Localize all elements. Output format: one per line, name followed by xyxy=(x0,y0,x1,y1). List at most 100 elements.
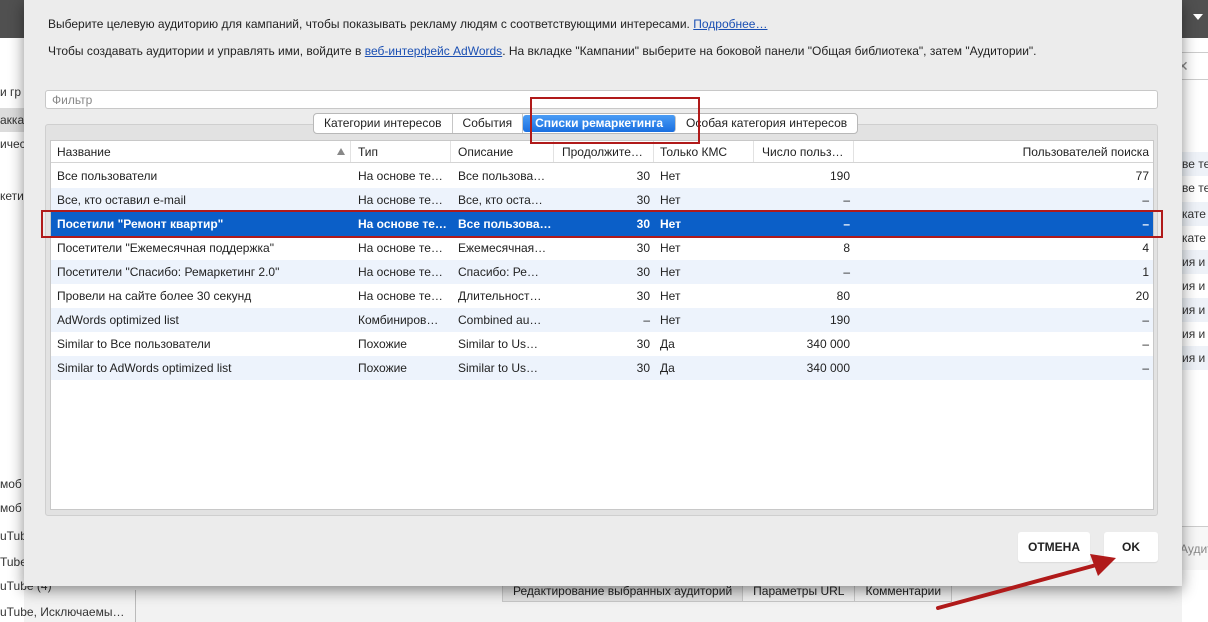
cell-duration: 30 xyxy=(636,169,650,183)
cell-name: AdWords optimized list xyxy=(57,313,179,327)
cell-name: Similar to Все пользователи xyxy=(57,337,211,351)
info-text: Выберите целевую аудиторию для кампаний,… xyxy=(48,17,690,31)
cell-name: Similar to AdWords optimized list xyxy=(57,361,232,375)
audience-table: Название Тип Описание Продолжите… Только… xyxy=(50,140,1154,510)
cell-description: Similar to Us… xyxy=(458,361,539,375)
cell-name: Провели на сайте более 30 секунд xyxy=(57,289,252,303)
cell-display-only: Да xyxy=(660,361,675,375)
annotation-arrow-icon xyxy=(936,554,1116,610)
cell-description: Ежемесячная… xyxy=(458,241,547,255)
cell-search-users: – xyxy=(1142,313,1149,327)
right-panel-item[interactable]: ия и xyxy=(1182,322,1208,346)
table-row[interactable]: Similar to AdWords optimized list Похожи… xyxy=(51,356,1153,380)
cell-name: Посетители "Спасибо: Ремаркетинг 2.0" xyxy=(57,265,280,279)
panel-divider xyxy=(135,590,136,622)
right-panel-item[interactable]: ия и xyxy=(1182,274,1208,298)
cell-display-only: Нет xyxy=(660,289,681,303)
cell-type: На основе те… xyxy=(358,193,443,207)
left-panel-item[interactable]: uTube xyxy=(0,524,24,548)
right-panel-item[interactable]: кате xyxy=(1182,226,1208,250)
col-header-duration[interactable]: Продолжите… xyxy=(554,141,654,162)
cell-type: На основе те… xyxy=(358,241,443,255)
table-row[interactable]: AdWords optimized list Комбиниров… Combi… xyxy=(51,308,1153,332)
cell-duration: 30 xyxy=(636,289,650,303)
col-header-type[interactable]: Тип xyxy=(351,141,451,162)
cell-duration: 30 xyxy=(636,361,650,375)
table-header: Название Тип Описание Продолжите… Только… xyxy=(51,141,1153,163)
cell-user-count: 8 xyxy=(843,241,850,255)
info-text: Чтобы создавать аудитории и управлять им… xyxy=(48,44,362,58)
cell-name: Все пользователи xyxy=(57,169,158,183)
chevron-down-icon[interactable] xyxy=(1193,14,1203,20)
cell-description: Все пользова… xyxy=(458,169,546,183)
left-panel-item[interactable]: моб xyxy=(0,472,24,496)
right-panel-item[interactable]: ия и xyxy=(1182,298,1208,322)
cell-type: На основе те… xyxy=(358,265,443,279)
learn-more-link[interactable]: Подробнее… xyxy=(693,17,767,31)
audience-dialog: Выберите целевую аудиторию для кампаний,… xyxy=(24,0,1182,586)
cell-description: Спасибо: Ре… xyxy=(458,265,539,279)
cell-duration: 30 xyxy=(636,337,650,351)
cell-type: На основе те… xyxy=(358,289,443,303)
left-panel-item[interactable]: моб xyxy=(0,496,24,520)
cell-description: Combined au… xyxy=(458,313,542,327)
cell-user-count: 190 xyxy=(829,169,850,183)
sort-asc-icon xyxy=(337,148,345,155)
cell-user-count: – xyxy=(843,265,850,279)
annotation-highlight-row xyxy=(41,210,1163,238)
cell-display-only: Нет xyxy=(660,169,681,183)
left-panel-item[interactable]: акка xyxy=(0,108,24,132)
cell-display-only: Да xyxy=(660,337,675,351)
left-panel-item[interactable]: кетин xyxy=(0,184,24,208)
col-header-search-users[interactable]: Пользователей поиска xyxy=(854,141,1153,162)
col-header-user-count[interactable]: Число польз… xyxy=(754,141,854,162)
cell-search-users: 20 xyxy=(1135,289,1149,303)
col-header-description[interactable]: Описание xyxy=(451,141,554,162)
left-panel-item[interactable]: Tube xyxy=(0,550,24,574)
left-panel: и гр акка ичес кетин моб моб uTube Tube xyxy=(0,38,24,622)
right-panel-item[interactable]: ве те xyxy=(1182,176,1208,200)
cell-display-only: Нет xyxy=(660,193,681,207)
cell-description: Длительност… xyxy=(458,289,542,303)
cell-duration: 30 xyxy=(636,193,650,207)
tab-interest-categories[interactable]: Категории интересов xyxy=(314,114,453,133)
cell-name: Все, кто оставил e-mail xyxy=(57,193,186,207)
cell-display-only: Нет xyxy=(660,265,681,279)
cell-user-count: 80 xyxy=(836,289,850,303)
info-text: . На вкладке "Кампании" выберите на боко… xyxy=(502,44,1037,58)
table-row[interactable]: Провели на сайте более 30 секунд На осно… xyxy=(51,284,1153,308)
cell-user-count: 340 000 xyxy=(806,337,850,351)
tab-events[interactable]: События xyxy=(453,114,524,133)
table-row[interactable]: Посетители "Ежемесячная поддержка" На ос… xyxy=(51,236,1153,260)
col-header-display-only[interactable]: Только КМС xyxy=(654,141,754,162)
cell-type: Похожие xyxy=(358,337,407,351)
cell-duration: – xyxy=(643,313,650,327)
cell-type: Комбиниров… xyxy=(358,313,439,327)
table-row[interactable]: Посетители "Спасибо: Ремаркетинг 2.0" На… xyxy=(51,260,1153,284)
cell-description: Все, кто оста… xyxy=(458,193,543,207)
left-panel-item[interactable]: и гр xyxy=(0,80,24,104)
cell-user-count: – xyxy=(843,193,850,207)
right-panel-item[interactable]: ия и xyxy=(1182,250,1208,274)
right-panel-item[interactable]: ве те xyxy=(1182,152,1208,176)
cell-description: Similar to Us… xyxy=(458,337,539,351)
cell-display-only: Нет xyxy=(660,241,681,255)
cell-type: Похожие xyxy=(358,361,407,375)
adwords-web-link[interactable]: веб-интерфейс AdWords xyxy=(365,44,502,58)
cell-user-count: 190 xyxy=(829,313,850,327)
table-row[interactable]: Все пользователи На основе те… Все польз… xyxy=(51,164,1153,188)
info-line-1: Выберите целевую аудиторию для кампаний,… xyxy=(48,17,767,31)
cell-duration: 30 xyxy=(636,265,650,279)
cell-search-users: 4 xyxy=(1142,241,1149,255)
table-row[interactable]: Все, кто оставил e-mail На основе те… Вс… xyxy=(51,188,1153,212)
tab-custom-interest-category[interactable]: Особая категория интересов xyxy=(676,114,857,133)
col-header-name[interactable]: Название xyxy=(51,141,351,162)
left-panel-item[interactable]: ичес xyxy=(0,132,24,156)
right-panel-item[interactable]: ия и xyxy=(1182,346,1208,370)
cell-duration: 30 xyxy=(636,241,650,255)
right-panel-item[interactable]: кате xyxy=(1182,202,1208,226)
table-row[interactable]: Similar to Все пользователи Похожие Simi… xyxy=(51,332,1153,356)
left-panel-item[interactable]: uTube, Исключаемы… xyxy=(0,600,136,622)
cell-search-users: – xyxy=(1142,361,1149,375)
cell-search-users: – xyxy=(1142,337,1149,351)
